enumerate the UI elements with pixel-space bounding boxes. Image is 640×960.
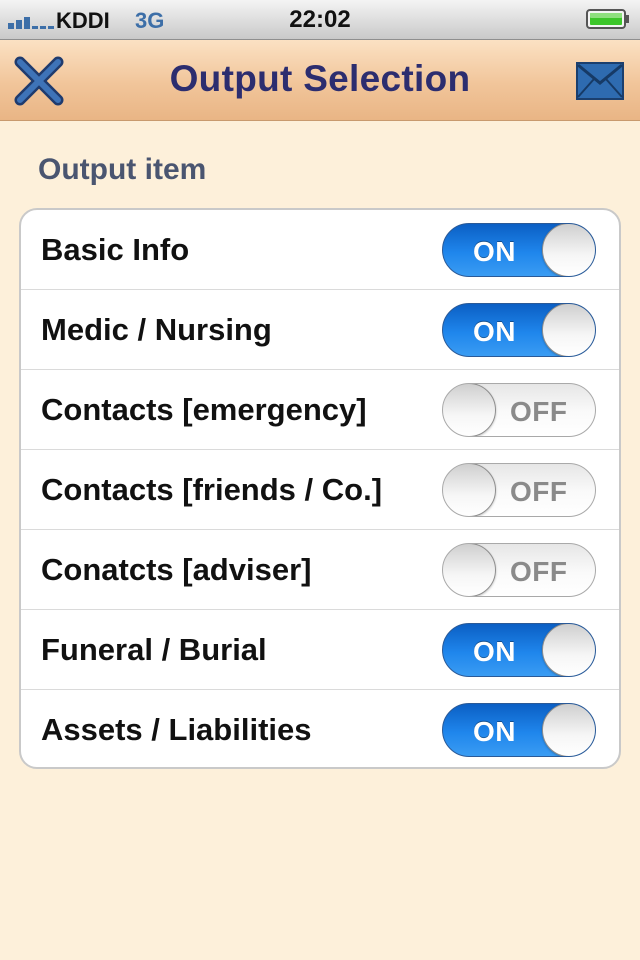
list-item: Funeral / Burial ON [21,610,619,690]
list-item: Contacts [emergency] OFF [21,370,619,450]
switch-knob [443,464,496,516]
battery-full-icon [586,9,629,29]
page-title: Output Selection [169,58,471,99]
switch-state-text: OFF [510,396,568,427]
switch-knob [443,544,496,596]
toggle-switch[interactable]: ON [442,623,596,677]
switch-knob [542,224,595,276]
item-label: Medic / Nursing [41,312,272,347]
list-item: Conatcts [adviser] OFF [21,530,619,610]
item-label: Funeral / Burial [41,632,267,667]
switch-knob [443,384,496,436]
item-label: Contacts [emergency] [41,392,367,427]
toggle-switch[interactable]: OFF [442,543,596,597]
switch-state-text: ON [473,636,516,667]
switch-state-text: ON [473,716,516,747]
list-item: Assets / Liabilities ON [21,690,619,767]
section-header: Output item [38,153,207,186]
item-label: Conatcts [adviser] [41,552,312,587]
switch-state-text: ON [473,316,516,347]
toggle-switch[interactable]: OFF [442,463,596,517]
toggle-switch[interactable]: ON [442,303,596,357]
item-label: Assets / Liabilities [41,712,312,747]
switch-state-text: OFF [510,556,568,587]
item-label: Contacts [friends / Co.] [41,472,383,507]
switch-knob [542,624,595,676]
toggle-switch[interactable]: ON [442,223,596,277]
switch-knob [542,304,595,356]
switch-knob [542,704,595,756]
toggle-switch[interactable]: ON [442,703,596,757]
switch-state-text: OFF [510,476,568,507]
switch-state-text: ON [473,236,516,267]
item-label: Basic Info [41,232,190,267]
output-item-list: Basic Info ON Medic / Nursing ON Contact… [19,208,621,769]
list-item: Contacts [friends / Co.] OFF [21,450,619,530]
toggle-switch[interactable]: OFF [442,383,596,437]
list-item: Medic / Nursing ON [21,290,619,370]
list-item: Basic Info ON [21,210,619,290]
status-time: 22:02 [289,6,351,33]
navigation-bar: Output Selection [0,40,640,121]
status-bar: KDDI 3G 22:02 [0,0,640,40]
mail-icon[interactable] [576,62,624,100]
